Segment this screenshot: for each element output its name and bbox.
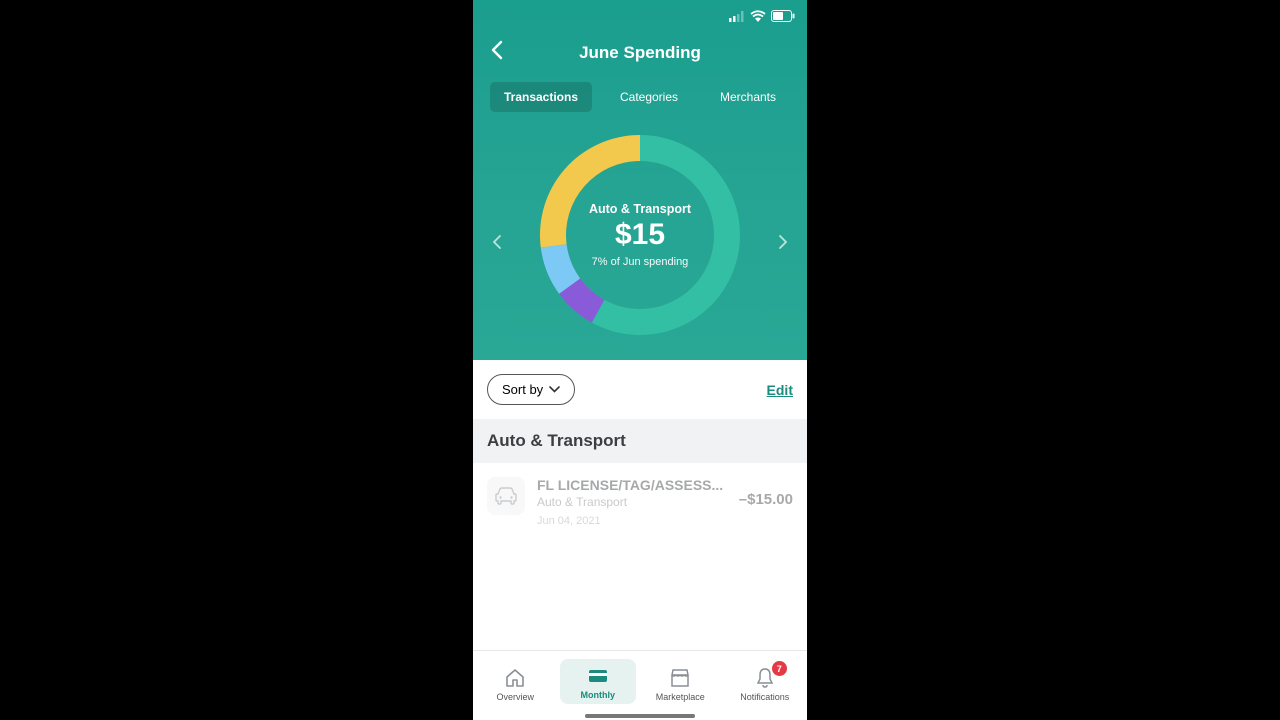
donut-center: Auto & Transport $15 7% of Jun spending bbox=[535, 130, 745, 340]
donut-next-button[interactable] bbox=[771, 230, 795, 254]
transaction-body: FL LICENSE/TAG/ASSESS... Auto & Transpor… bbox=[537, 477, 727, 527]
nav-monthly[interactable]: Monthly bbox=[560, 659, 636, 704]
title-bar: June Spending bbox=[473, 32, 807, 74]
donut-subtitle: 7% of Jun spending bbox=[592, 256, 689, 268]
tab-bar: Transactions Categories Merchants bbox=[473, 74, 807, 124]
transaction-amount: –$15.00 bbox=[739, 477, 793, 508]
tab-transactions[interactable]: Transactions bbox=[490, 82, 592, 112]
car-icon bbox=[487, 477, 525, 515]
store-icon bbox=[669, 667, 691, 689]
donut-category-label: Auto & Transport bbox=[589, 202, 691, 216]
section-header: Auto & Transport bbox=[473, 419, 807, 463]
nav-notifications[interactable]: 7 Notifications bbox=[725, 661, 805, 702]
home-icon bbox=[504, 667, 526, 689]
nav-label: Notifications bbox=[740, 692, 789, 702]
notification-badge: 7 bbox=[772, 661, 787, 676]
nav-marketplace[interactable]: Marketplace bbox=[640, 661, 720, 702]
list-controls: Sort by Edit bbox=[473, 360, 807, 419]
page-title: June Spending bbox=[579, 43, 701, 63]
home-indicator[interactable] bbox=[585, 714, 695, 718]
bottom-nav: Overview Monthly Marketplace 7 Notificat… bbox=[473, 650, 807, 720]
chevron-down-icon bbox=[549, 386, 560, 393]
phone-screen: June Spending Transactions Categories Me… bbox=[473, 0, 807, 720]
chevron-left-icon bbox=[492, 234, 502, 250]
donut-chart-area: Auto & Transport $15 7% of Jun spending bbox=[473, 124, 807, 360]
nav-label: Overview bbox=[496, 692, 534, 702]
tab-categories[interactable]: Categories bbox=[606, 82, 692, 112]
donut-amount: $15 bbox=[615, 218, 665, 252]
wifi-icon bbox=[750, 10, 766, 22]
transaction-category: Auto & Transport bbox=[537, 495, 727, 509]
status-bar bbox=[473, 0, 807, 32]
chevron-right-icon bbox=[778, 234, 788, 250]
nav-label: Monthly bbox=[581, 690, 616, 700]
card-icon bbox=[587, 665, 609, 687]
sort-button[interactable]: Sort by bbox=[487, 374, 575, 405]
battery-icon bbox=[771, 10, 795, 22]
edit-link[interactable]: Edit bbox=[767, 382, 793, 398]
cellular-signal-icon bbox=[729, 11, 745, 22]
tab-merchants[interactable]: Merchants bbox=[706, 82, 790, 112]
nav-label: Marketplace bbox=[656, 692, 705, 702]
donut-chart[interactable]: Auto & Transport $15 7% of Jun spending bbox=[535, 130, 745, 340]
content-area: Sort by Edit Auto & Transport FL LICENSE… bbox=[473, 360, 807, 650]
transaction-title: FL LICENSE/TAG/ASSESS... bbox=[537, 477, 727, 493]
transaction-row[interactable]: FL LICENSE/TAG/ASSESS... Auto & Transpor… bbox=[473, 463, 807, 537]
nav-overview[interactable]: Overview bbox=[475, 661, 555, 702]
sort-label: Sort by bbox=[502, 382, 543, 397]
transaction-date: Jun 04, 2021 bbox=[537, 515, 727, 527]
donut-prev-button[interactable] bbox=[485, 230, 509, 254]
header-area: June Spending Transactions Categories Me… bbox=[473, 0, 807, 360]
back-button[interactable] bbox=[483, 36, 511, 64]
chevron-left-icon bbox=[490, 40, 504, 60]
